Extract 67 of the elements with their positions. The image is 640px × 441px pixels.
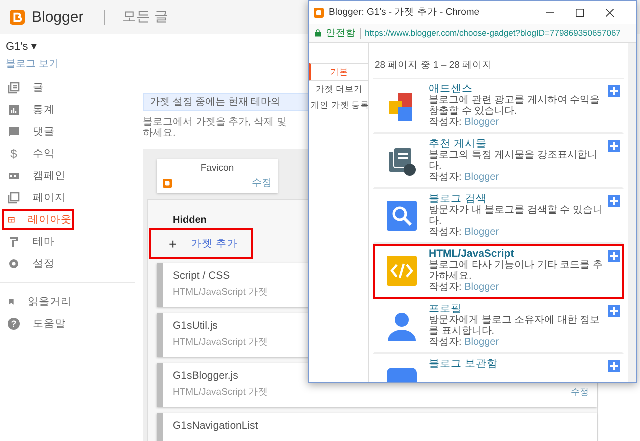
gadget-option[interactable]: HTML/JavaScript 블로그에 타사 기능이나 기타 코드를 추가하세요. 작성자: Blogger	[373, 244, 624, 299]
plus-icon: +	[169, 236, 178, 252]
nav-item[interactable]: 페이지	[2, 187, 74, 208]
gadget-title: 블로그 검색	[429, 193, 488, 205]
author-link[interactable]: Blogger	[464, 282, 500, 293]
gadget-title: G1sUtil.js	[173, 320, 219, 332]
nav-item[interactable]: 레이아웃	[2, 209, 74, 230]
author-label: 작성자:	[429, 337, 462, 348]
gadget-description: 블로그에 관련 광고를 게시하여 수익을 창출할 수 있습니다.	[429, 95, 602, 117]
nav-item[interactable]: 읽을거리	[2, 291, 74, 312]
notice-text: 가젯 설정 중에는 현재 테마의	[150, 97, 282, 108]
nav-item[interactable]: ? 도움말	[2, 313, 74, 334]
gadget-type: HTML/JavaScript 가젯	[173, 336, 268, 349]
gadget-description: 방문자에게 블로그 소유자에 대한 정보를 표시합니다.	[429, 315, 602, 337]
author-link[interactable]: Blogger	[464, 172, 500, 183]
page-info: 28 페이지 중 1 – 28 페이지	[373, 43, 624, 79]
nav-item[interactable]: 통계	[2, 99, 74, 120]
tab[interactable]: 개인 가젯 등록	[309, 97, 368, 113]
window-title: Blogger: G1's - 가젯 추가 - Chrome	[329, 6, 481, 19]
gadget-type: HTML/JavaScript 가젯	[173, 286, 268, 299]
author-label: 작성자:	[429, 282, 462, 293]
gadget-title: G1sBlogger.js	[173, 370, 240, 382]
gadget-description: 방문자가 내 블로그를 검색할 수 있습니다.	[429, 205, 604, 227]
add-gadget-label: 가젯 추가	[191, 236, 238, 250]
gadget-title: Favicon	[200, 163, 236, 174]
nav-item[interactable]: 테마	[2, 231, 74, 252]
author-link[interactable]: Blogger	[464, 227, 500, 238]
author-link[interactable]: Blogger	[464, 117, 500, 128]
app-name: Blogger	[32, 8, 84, 26]
dollar-icon: $	[8, 146, 20, 160]
author-label: 작성자:	[429, 227, 462, 238]
author-label: 작성자:	[429, 172, 462, 183]
gadget-title: 추천 게시물	[429, 138, 488, 150]
gadget-card[interactable]: G1sNavigationList	[157, 413, 597, 441]
author-label: 작성자:	[429, 117, 462, 128]
gadget-title: HTML/JavaScript	[429, 248, 516, 260]
gadget-type: HTML/JavaScript 가젯	[173, 386, 268, 399]
secure-label: 안전함	[326, 26, 356, 40]
add-gadget-button[interactable]: + 가젯 추가	[149, 228, 253, 259]
tab[interactable]: 가젯 더보기	[309, 81, 368, 97]
tab[interactable]: 기본	[309, 63, 368, 81]
nav-item[interactable]: $ 수익	[2, 143, 74, 164]
nav-item[interactable]: 글	[2, 77, 74, 98]
gadget-option[interactable]: 프로필 방문자에게 블로그 소유자에 대한 정보를 표시합니다. 작성자: Blogger	[373, 299, 624, 354]
nav-item[interactable]: 캠페인	[2, 165, 74, 186]
gadget-title: Script / CSS	[173, 270, 232, 282]
nav-item[interactable]: 설정	[2, 253, 74, 274]
edit-link[interactable]: 수정	[252, 176, 272, 190]
page-title: 모든 글	[122, 8, 169, 26]
author-link[interactable]: Blogger	[464, 337, 500, 348]
description-text: 블로그에서 가젯을 추가, 삭제 및	[143, 117, 287, 128]
gadget-title: G1sNavigationList	[173, 420, 258, 432]
edit-link[interactable]: 수정	[571, 386, 589, 399]
blog-selector[interactable]: G1's ▾	[6, 40, 135, 55]
url-text: https://www.blogger.com/choose-gadget?blogID=779869350657067	[365, 28, 621, 38]
description-text: 하세요.	[143, 128, 176, 139]
help-icon: ?	[8, 318, 20, 330]
gadget-description: 블로그에 타사 기능이나 기타 코드를 추가하세요.	[429, 260, 604, 282]
section-title: Hidden	[173, 215, 207, 226]
gadget-option[interactable]: 애드센스 블로그에 관련 광고를 게시하여 수익을 창출할 수 있습니다. 작성자: Blogger	[373, 79, 624, 134]
nav-item[interactable]: 댓글	[2, 121, 74, 142]
gadget-option[interactable]: 추천 게시물 블로그의 특정 게시물을 강조표시합니다. 작성자: Blogger	[373, 134, 624, 189]
gadget-description: 블로그의 특정 게시물을 강조표시합니다.	[429, 150, 598, 172]
gadget-title: 프로필	[429, 303, 463, 315]
address-bar[interactable]: 안전함 https://www.blogger.com/choose-gadget?blogID=779869350657067	[309, 24, 636, 43]
gadget-title: 애드센스	[429, 83, 474, 95]
gadget-option[interactable]: 블로그 검색 방문자가 내 블로그를 검색할 수 있습니다. 작성자: Blogger	[373, 189, 624, 244]
